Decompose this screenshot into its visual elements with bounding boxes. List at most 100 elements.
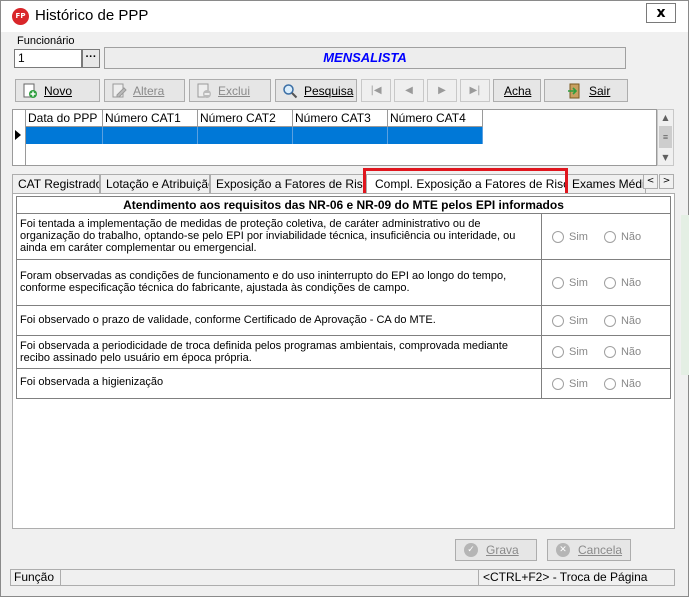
- radio-nao[interactable]: Não: [603, 314, 641, 327]
- list-item: Foi observada a periodicidade de troca d…: [17, 336, 670, 369]
- radio-nao-label: Não: [620, 377, 642, 390]
- list-item: Foi observado o prazo de validade, confo…: [17, 306, 670, 336]
- radio-sim[interactable]: Sim: [552, 314, 588, 327]
- sair-button[interactable]: Sair: [544, 79, 628, 102]
- tab-exames-medicos[interactable]: Exames Médicos: [566, 174, 646, 194]
- new-document-icon: [22, 83, 38, 99]
- radio-circle-icon: [603, 230, 616, 243]
- radio-sim[interactable]: Sim: [552, 346, 588, 358]
- radio-circle-icon: [552, 377, 564, 390]
- question-text: Foi tentada a implementação de medidas d…: [17, 214, 542, 259]
- exclui-button[interactable]: Exclui: [189, 79, 271, 102]
- column-header-cat3[interactable]: Número CAT3: [293, 110, 388, 127]
- close-button[interactable]: x: [646, 3, 676, 23]
- funcionario-code-input[interactable]: 1: [14, 49, 82, 68]
- next-record-button[interactable]: ▶: [427, 79, 457, 102]
- list-item: Foram observadas as condições de funcion…: [17, 260, 670, 306]
- tab-compl-exposicao-fatores-riscos[interactable]: Compl. Exposição a Fatores de Riscos: [366, 174, 566, 194]
- tab-lotacao-atribuicao[interactable]: Lotação e Atribuição: [100, 174, 210, 194]
- grava-button[interactable]: ✓ Grava: [455, 539, 537, 561]
- status-hint: <CTRL+F2> - Troca de Página: [483, 570, 648, 584]
- title-bar: FP Histórico de PPP x: [1, 1, 688, 32]
- tab-cat-registrado[interactable]: CAT Registrado: [12, 174, 100, 194]
- table-row[interactable]: [26, 127, 483, 144]
- acha-button[interactable]: Acha: [493, 79, 541, 102]
- acha-label: Acha: [504, 83, 532, 98]
- tab-scroll-right-icon[interactable]: >: [659, 174, 674, 189]
- ppp-history-window: FP Histórico de PPP x Funcionário 1 ··· …: [0, 0, 689, 597]
- novo-button[interactable]: Novo: [15, 79, 100, 102]
- search-icon: [282, 83, 298, 99]
- radio-sim[interactable]: Sim: [552, 276, 588, 289]
- previous-record-button[interactable]: ◀: [394, 79, 424, 102]
- pesquisa-button[interactable]: Pesquisa: [275, 79, 357, 102]
- pesquisa-label: Pesquisa: [304, 83, 354, 98]
- tab-exposicao-fatores-riscos[interactable]: Exposição a Fatores de Riscos: [210, 174, 366, 194]
- ppp-grid[interactable]: Data do PPP Número CAT1 Número CAT2 Núme…: [12, 109, 657, 166]
- radio-nao-label: Não: [620, 230, 642, 243]
- question-text: Foi observado o prazo de validade, confo…: [17, 306, 542, 335]
- edit-icon: [111, 83, 127, 99]
- funcionario-label: Funcionário: [17, 35, 75, 47]
- column-header-data-ppp[interactable]: Data do PPP: [26, 110, 103, 127]
- first-record-button[interactable]: |◀: [361, 79, 391, 102]
- radio-nao[interactable]: Não: [603, 230, 642, 243]
- radio-circle-icon: [552, 346, 564, 358]
- cancela-button[interactable]: ✕ Cancela: [547, 539, 631, 561]
- list-item: Foi tentada a implementação de medidas d…: [17, 214, 670, 260]
- tab-scroll-left-icon[interactable]: <: [643, 174, 658, 189]
- radio-sim[interactable]: Sim: [552, 377, 588, 390]
- question-text: Foi observada a higienização: [17, 369, 542, 398]
- status-bar: Função <CTRL+F2> - Troca de Página: [10, 569, 675, 586]
- radio-sim-label: Sim: [569, 230, 588, 243]
- column-header-cat1[interactable]: Número CAT1: [103, 110, 198, 127]
- radio-nao[interactable]: Não: [603, 377, 642, 390]
- radio-sim-label: Sim: [569, 276, 588, 289]
- tab-panel-compl-exposicao: Atendimento aos requisitos das NR-06 e N…: [12, 193, 675, 529]
- radio-circle-icon: [603, 276, 616, 289]
- radio-circle-icon: [552, 230, 564, 243]
- column-header-cat2[interactable]: Número CAT2: [198, 110, 293, 127]
- radio-nao-label: Não: [620, 276, 642, 289]
- grid-header: Data do PPP Número CAT1 Número CAT2 Núme…: [26, 110, 483, 127]
- funcionario-name-display: MENSALISTA: [104, 47, 626, 69]
- grid-vertical-scrollbar[interactable]: ▲ ≡ ▼: [657, 109, 674, 166]
- radio-circle-icon: [552, 314, 564, 327]
- list-item: Foi observada a higienização Sim Não: [17, 369, 670, 398]
- status-middle-panel: [61, 570, 479, 585]
- radio-sim-label: Sim: [569, 346, 588, 358]
- last-record-button[interactable]: ▶|: [460, 79, 490, 102]
- exit-door-icon: [567, 83, 583, 99]
- column-header-cat4[interactable]: Número CAT4: [388, 110, 483, 127]
- radio-sim[interactable]: Sim: [552, 230, 588, 243]
- radio-sim-label: Sim: [569, 314, 588, 327]
- cancela-label: Cancela: [578, 543, 623, 557]
- question-options: Sim Não: [542, 336, 670, 368]
- radio-nao[interactable]: Não: [603, 276, 642, 289]
- scroll-thumb[interactable]: ≡: [659, 126, 672, 148]
- delete-icon: [196, 83, 212, 99]
- altera-label: Altera: [133, 83, 165, 98]
- question-text: Foram observadas as condições de funcion…: [17, 260, 542, 305]
- question-options: Sim Não: [542, 260, 670, 305]
- scroll-down-icon[interactable]: ▼: [658, 150, 673, 165]
- check-icon: ✓: [464, 543, 478, 557]
- radio-nao[interactable]: Não: [603, 346, 642, 358]
- epi-requirements-table: Atendimento aos requisitos das NR-06 e N…: [16, 196, 671, 399]
- current-row-arrow-icon: [15, 130, 21, 140]
- radio-nao-label: Não: [620, 346, 642, 358]
- app-logo-icon: FP: [12, 8, 29, 25]
- radio-circle-icon: [603, 346, 616, 358]
- exclui-label: Exclui: [218, 83, 251, 98]
- sair-label: Sair: [589, 83, 611, 98]
- radio-sim-label: Sim: [569, 377, 588, 390]
- question-options: Sim Não: [542, 369, 670, 398]
- radio-circle-icon: [552, 276, 564, 289]
- radio-circle-icon: [603, 314, 616, 327]
- altera-button[interactable]: Altera: [104, 79, 185, 102]
- scroll-up-icon[interactable]: ▲: [658, 110, 673, 125]
- grava-label: Grava: [486, 543, 519, 557]
- radio-circle-icon: [603, 377, 616, 390]
- question-options: Sim Não: [542, 214, 670, 259]
- funcionario-lookup-button[interactable]: ···: [82, 49, 100, 68]
